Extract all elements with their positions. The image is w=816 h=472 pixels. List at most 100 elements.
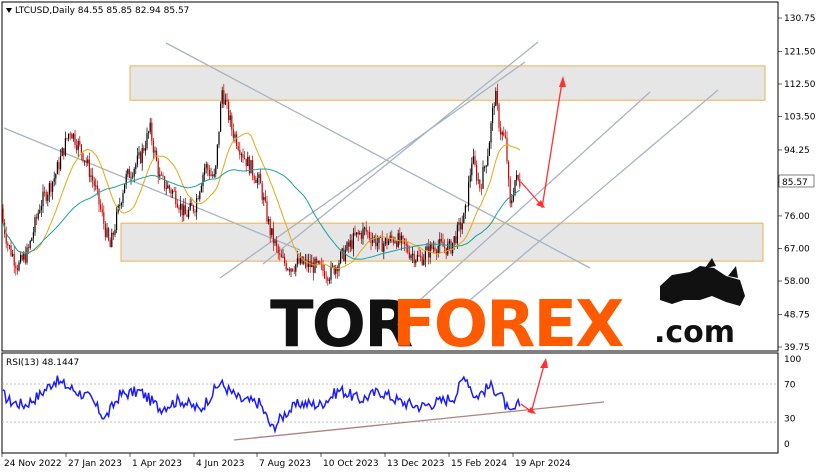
rsi-tick-label: 100 — [784, 355, 801, 365]
candle-body — [476, 164, 478, 181]
candle-body — [132, 176, 134, 178]
candle-body — [88, 159, 90, 178]
candle-body — [53, 178, 55, 182]
candle-body — [330, 265, 332, 280]
candle-body — [66, 138, 68, 140]
candle-body — [354, 232, 356, 235]
candle-body — [144, 148, 146, 151]
candle-body — [484, 166, 486, 168]
candle-body — [269, 218, 271, 236]
candle-body — [455, 236, 457, 244]
candle-body — [384, 238, 386, 244]
candle-body — [244, 157, 246, 159]
logo-tor: TOR — [270, 288, 412, 362]
candle-body — [84, 160, 86, 162]
candle-body — [482, 166, 484, 189]
candle-body — [415, 260, 417, 264]
candle-body — [346, 242, 348, 251]
candle-body — [242, 154, 244, 158]
candle-body — [349, 240, 351, 247]
candle-body — [344, 250, 346, 261]
rsi-tick-label: 30 — [784, 415, 796, 425]
price-tick-label: 58.00 — [784, 277, 810, 287]
candle-body — [250, 160, 252, 174]
candle-body — [356, 232, 358, 235]
candle-body — [56, 162, 58, 175]
candle-body — [364, 227, 366, 229]
price-tick-label: 94.25 — [784, 146, 810, 156]
candle-body — [468, 181, 470, 206]
candle-body — [348, 242, 350, 247]
candle-body — [95, 185, 97, 187]
candle-body — [245, 158, 247, 167]
time-label: 10 Oct 2023 — [323, 459, 379, 469]
candle-body — [79, 141, 81, 145]
candle-body — [493, 106, 495, 108]
candle-body — [170, 189, 172, 194]
candle-body — [402, 235, 404, 239]
candle-body — [100, 204, 102, 210]
candle-body — [229, 115, 231, 121]
ltcusd-daily-chart: TOR FOREX .com 130.75 121.50 112.50 103.50 9… — [1, 1, 816, 469]
candle-body — [338, 263, 340, 272]
candle-body — [487, 155, 489, 166]
candle-body — [336, 267, 338, 272]
candle-body — [314, 258, 316, 273]
candle-body — [279, 253, 281, 255]
candle-body — [181, 203, 183, 216]
candle-body — [68, 133, 70, 139]
candle-body — [82, 153, 84, 162]
candle-body — [271, 228, 273, 236]
candle-body — [205, 164, 207, 168]
rsi-label: RSI(13) 48.1447 — [6, 358, 79, 368]
rsi-tick-label: 70 — [784, 381, 796, 391]
candle-body — [381, 236, 383, 252]
candle-body — [98, 188, 100, 205]
candle-body — [400, 235, 402, 243]
candle-body — [39, 210, 41, 213]
candle-body — [264, 197, 266, 202]
candle-body — [93, 180, 95, 187]
candle-body — [199, 191, 201, 200]
rsi-tick-label: 0 — [784, 440, 790, 450]
candle-body — [148, 131, 150, 134]
candle-body — [7, 243, 9, 246]
candle-body — [168, 185, 170, 190]
candle-body — [165, 188, 167, 190]
candle-body — [340, 252, 342, 264]
candle-body — [92, 175, 94, 181]
candle-body — [23, 253, 25, 260]
candle-body — [175, 190, 177, 205]
price-tick-label: 121.50 — [784, 47, 816, 57]
candle-body — [508, 161, 510, 180]
logo-forex: FOREX — [392, 288, 624, 362]
candle-body — [240, 154, 242, 155]
candle-body — [55, 174, 57, 179]
candle-body — [32, 232, 34, 239]
candle-body — [295, 264, 297, 272]
candle-body — [60, 156, 62, 170]
candle-body — [85, 160, 87, 163]
candle-body — [109, 239, 111, 248]
candle-body — [352, 232, 354, 249]
candle-body — [472, 156, 474, 164]
candle-body — [128, 169, 130, 178]
candle-body — [186, 214, 188, 217]
candle-body — [50, 183, 52, 192]
candle-body — [280, 254, 282, 258]
candle-body — [239, 149, 241, 155]
candle-body — [357, 232, 359, 235]
candle-body — [152, 140, 154, 153]
candle-body — [116, 211, 118, 230]
candle-body — [461, 223, 463, 230]
candle-body — [210, 174, 212, 176]
candle-body — [439, 238, 441, 246]
candle-body — [272, 228, 274, 244]
time-label: 27 Jan 2023 — [68, 459, 122, 469]
candle-body — [287, 269, 289, 270]
candle-body — [58, 162, 60, 170]
candle-body — [218, 131, 220, 145]
candle-body — [453, 236, 455, 243]
candle-body — [376, 242, 378, 247]
candle-body — [301, 256, 303, 264]
